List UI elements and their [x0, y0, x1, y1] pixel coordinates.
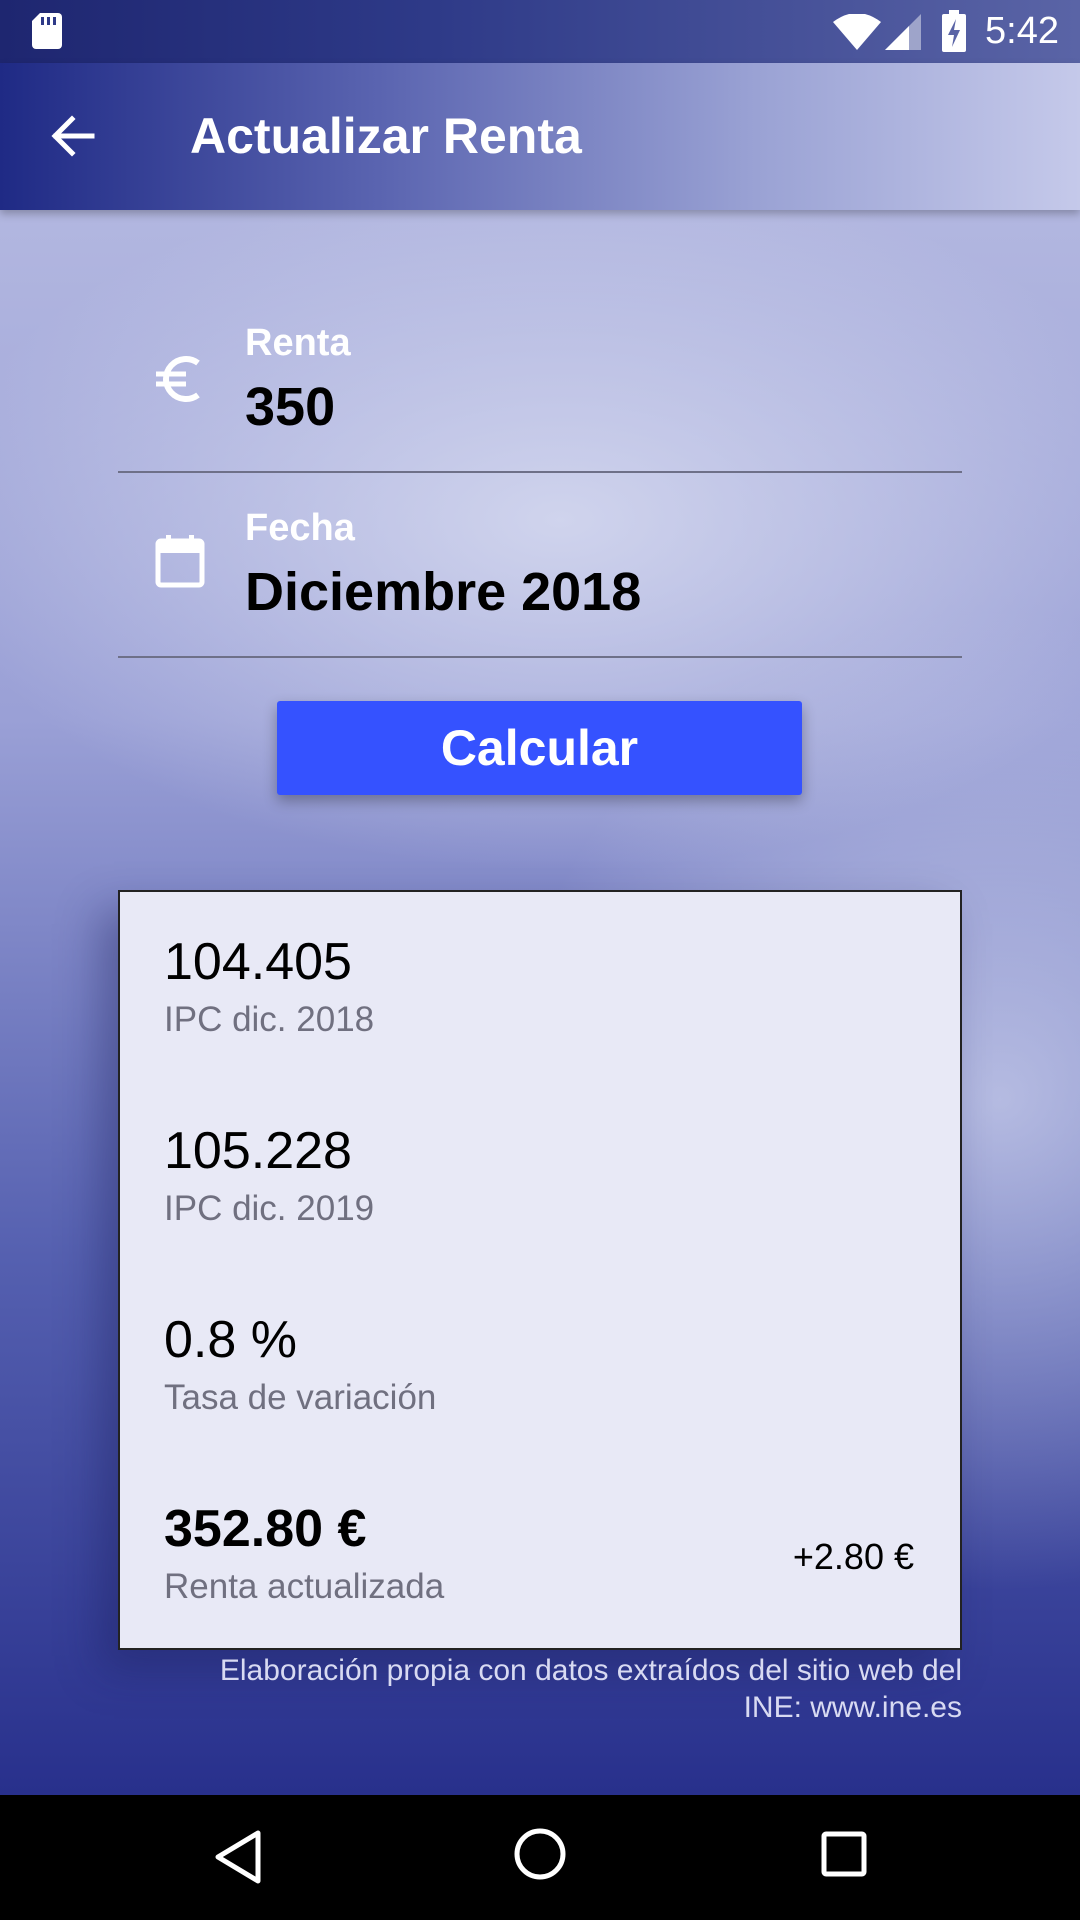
calculate-button[interactable]: Calcular	[277, 701, 802, 795]
app-bar: Actualizar Renta	[0, 63, 1080, 210]
source-note-line-2: INE: www.ine.es	[743, 1691, 962, 1724]
ipc-start-value: 104.405	[164, 933, 352, 991]
rent-difference: +2.80 €	[792, 1536, 914, 1577]
battery-charging-icon	[942, 10, 966, 52]
nav-home-icon[interactable]	[513, 1827, 567, 1881]
nav-back-icon[interactable]	[212, 1829, 264, 1885]
results-card: 104.405 IPC dic. 2018 105.228 IPC dic. 2…	[118, 890, 962, 1650]
fecha-label: Fecha	[245, 507, 355, 549]
rate-label: Tasa de variación	[164, 1378, 437, 1417]
nav-recents-icon[interactable]	[820, 1830, 868, 1878]
ipc-end-value: 105.228	[164, 1122, 352, 1180]
status-bar: 5:42	[0, 0, 1080, 63]
navigation-bar	[0, 1795, 1080, 1920]
ipc-start-label: IPC dic. 2018	[164, 1000, 375, 1039]
page-title: Actualizar Renta	[190, 108, 582, 164]
source-note: Elaboración propia con datos extraídos d…	[118, 1652, 962, 1726]
rate-value: 0.8 %	[164, 1311, 297, 1369]
wifi-icon	[833, 14, 881, 50]
sd-card-icon	[32, 13, 62, 49]
source-note-line-1: Elaboración propia con datos extraídos d…	[219, 1654, 962, 1687]
euro-icon	[156, 356, 200, 402]
status-clock: 5:42	[985, 10, 1059, 52]
fecha-input[interactable]: Diciembre 2018	[245, 561, 641, 623]
renta-label: Renta	[245, 322, 351, 364]
rate-row: 0.8 % Tasa de variación	[164, 1310, 916, 1418]
arrow-back-icon[interactable]	[48, 111, 98, 161]
ipc-end-row: 105.228 IPC dic. 2019	[164, 1121, 916, 1229]
renta-input[interactable]: 350	[245, 376, 335, 438]
app-screen: 5:42 Actualizar Renta Renta 350 Fecha Di…	[0, 0, 1080, 1795]
calendar-icon	[155, 535, 205, 588]
renta-field[interactable]: Renta 350	[118, 288, 962, 473]
fecha-field[interactable]: Fecha Diciembre 2018	[118, 473, 962, 658]
cell-signal-icon	[885, 14, 921, 50]
ipc-start-row: 104.405 IPC dic. 2018	[164, 932, 916, 1040]
ipc-end-label: IPC dic. 2019	[164, 1189, 375, 1228]
